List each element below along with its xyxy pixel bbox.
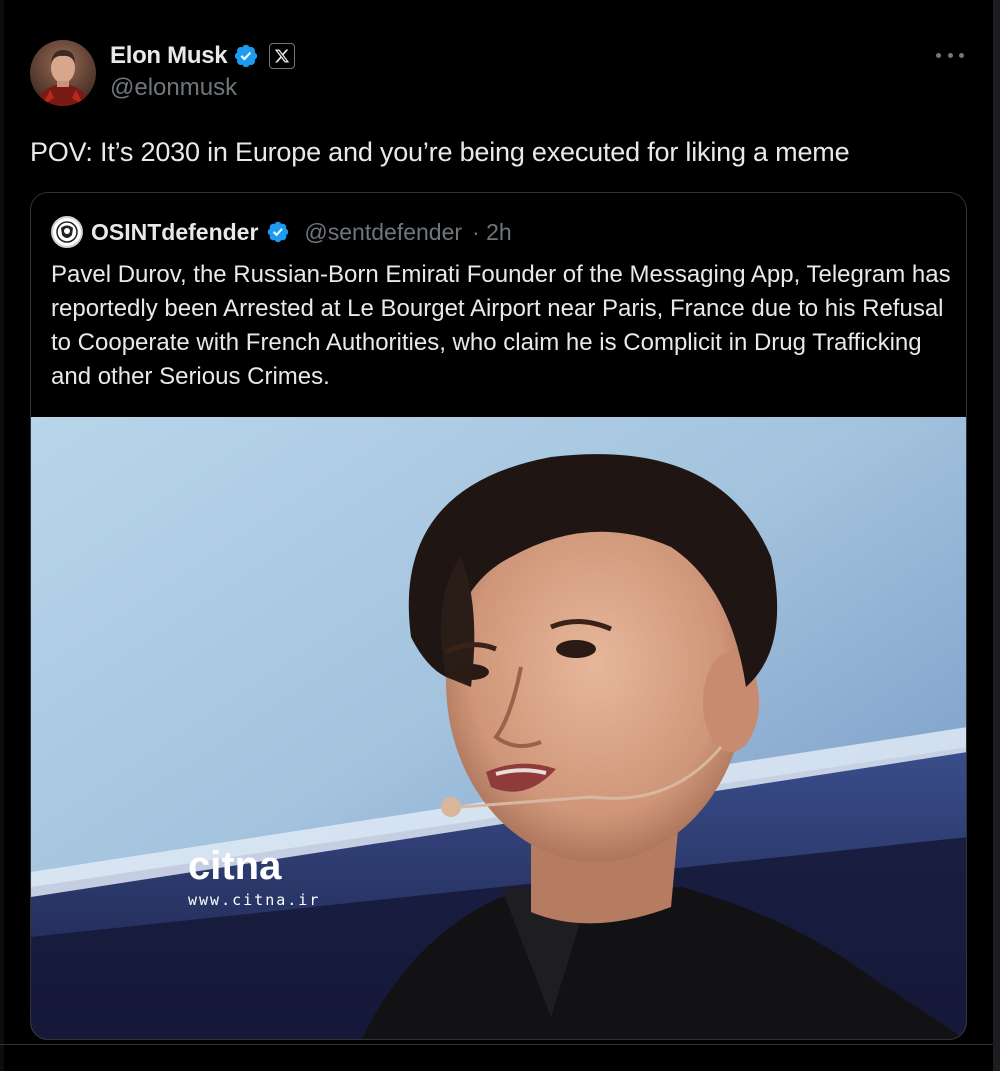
dot-icon bbox=[936, 52, 941, 58]
quoted-tweet-photo[interactable]: citna www.citna.ir bbox=[31, 417, 966, 1039]
x-logo-icon bbox=[269, 43, 296, 69]
quoted-timestamp[interactable]: · 2h bbox=[472, 219, 512, 246]
verified-badge-icon bbox=[233, 43, 259, 69]
right-scroll-edge bbox=[993, 0, 1000, 1071]
quoted-author-avatar[interactable] bbox=[51, 216, 83, 248]
citna-watermark-url: www.citna.ir bbox=[188, 891, 320, 909]
quoted-tweet-header: OSINTdefender @sentdefender · 2h bbox=[51, 215, 512, 249]
author-handle[interactable]: @elonmusk bbox=[110, 74, 237, 102]
tweet-container: Elon Musk @elonmusk POV: It’s 2030 in Eu… bbox=[0, 0, 1000, 1071]
verified-badge-icon bbox=[266, 220, 290, 244]
more-options-icon[interactable] bbox=[932, 42, 968, 68]
author-name-row: Elon Musk bbox=[110, 40, 296, 72]
author-display-name[interactable]: Elon Musk bbox=[110, 42, 228, 70]
svg-text:citna: citna bbox=[188, 844, 282, 888]
bottom-divider bbox=[0, 1044, 993, 1045]
photo-illustration: citna www.citna.ir bbox=[31, 417, 966, 1039]
quoted-tweet-card[interactable]: OSINTdefender @sentdefender · 2h Pavel D… bbox=[30, 192, 967, 1040]
dot-icon bbox=[959, 52, 964, 58]
quoted-author-handle[interactable]: @sentdefender bbox=[304, 219, 462, 246]
quoted-author-name[interactable]: OSINTdefender bbox=[91, 219, 258, 246]
author-avatar[interactable] bbox=[30, 40, 96, 106]
left-edge bbox=[0, 0, 4, 1071]
tweet-text: POV: It’s 2030 in Europe and you’re bein… bbox=[30, 137, 850, 167]
quoted-tweet-text: Pavel Durov, the Russian-Born Emirati Fo… bbox=[51, 261, 951, 390]
dot-icon bbox=[947, 52, 953, 58]
